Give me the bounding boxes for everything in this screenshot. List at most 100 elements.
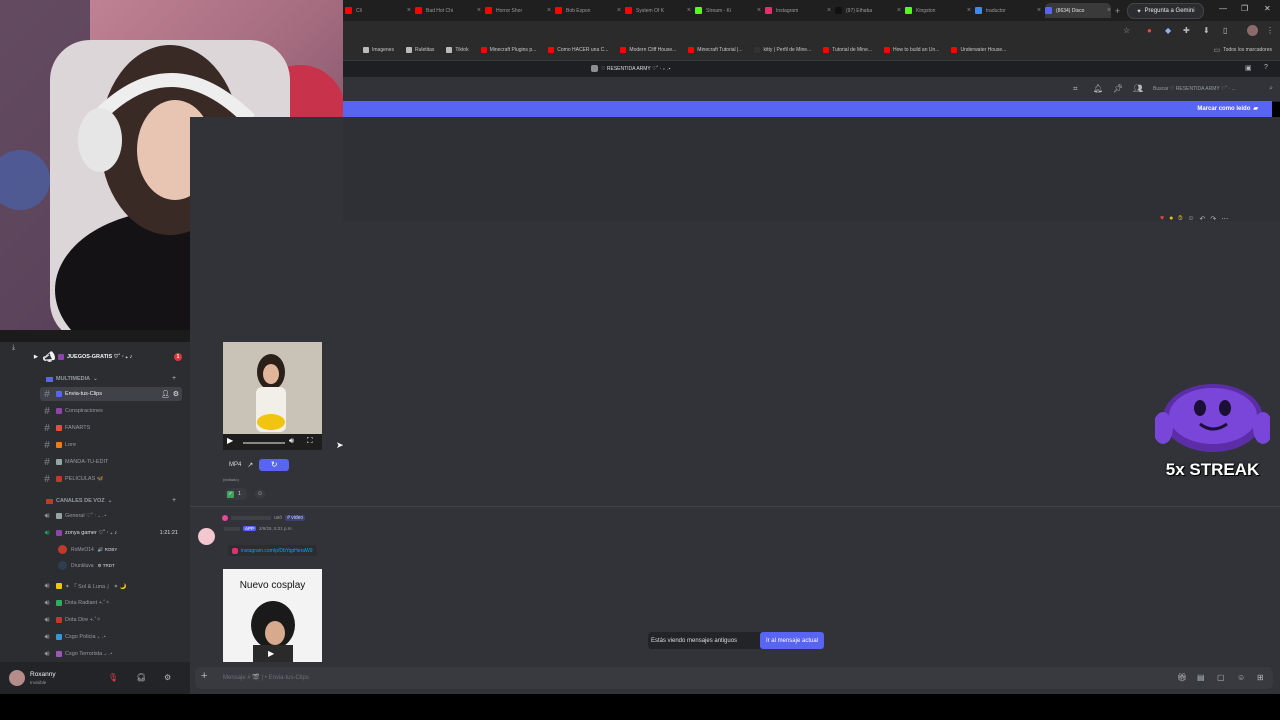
headphones-icon[interactable]: 🎧︎ [136, 673, 146, 682]
browser-tab[interactable]: Stream - Ki × [695, 3, 761, 18]
bookmark-item[interactable]: Underwater House... [951, 47, 1006, 53]
voice-channel-item[interactable]: 🔊︎ Dota Radiant +.˚✧ [40, 596, 182, 610]
category-multimedia[interactable]: MULTIMEDIA ⌄ [46, 376, 98, 382]
plus-icon[interactable]: + [172, 375, 176, 382]
voice-user-item[interactable]: RoMeO14 🔊 ROBY [58, 543, 118, 556]
bot-avatar[interactable] [198, 528, 215, 545]
puzzle-icon[interactable]: ✚ [1183, 26, 1190, 35]
play-icon[interactable]: ▶ [268, 649, 274, 658]
voice-channel-item[interactable]: 🔊︎ Dota Dire +.˚✧ [40, 613, 182, 627]
apps-icon[interactable]: ⊞ [1257, 673, 1264, 682]
close-icon[interactable]: × [683, 7, 691, 14]
browser-tab[interactable]: Kingston × [905, 3, 971, 18]
close-icon[interactable]: × [823, 7, 831, 14]
gift-icon[interactable]: 🎁︎ [1177, 673, 1187, 682]
close-icon[interactable]: × [963, 7, 971, 14]
plus-icon[interactable]: + [172, 497, 176, 504]
video-progress[interactable] [243, 442, 285, 444]
browser-tab[interactable]: Cli × [345, 3, 411, 18]
volume-icon[interactable]: 🔊︎ [289, 436, 294, 446]
add-reaction-button[interactable]: ☺ [255, 489, 265, 499]
bookmark-item[interactable]: How to build an Un... [884, 47, 939, 53]
unread-banner[interactable]: Marcar como leído ▰ [343, 101, 1272, 117]
browser-tab[interactable]: Horror Shor × [485, 3, 551, 18]
browser-tab[interactable]: Bob Espon × [555, 3, 621, 18]
star-icon[interactable]: ☆ [1123, 26, 1130, 35]
bookmark-item[interactable]: kitty | Perfil de Mine... [754, 47, 811, 53]
help-icon[interactable]: ? [1264, 64, 1268, 71]
inbox-icon[interactable]: ▣ [1245, 64, 1252, 72]
username[interactable]: Roxanny [30, 671, 56, 678]
emoji-icon[interactable]: ☺ [1237, 673, 1245, 682]
gemini-button[interactable]: ✦ Pregunta a Gemini [1127, 3, 1204, 19]
emoji-reaction-icon[interactable]: ● [1169, 215, 1173, 223]
microphone-icon[interactable]: 🎙︎ [108, 673, 118, 682]
reaction-pill[interactable]: ✓ 1 [225, 488, 247, 500]
close-icon[interactable]: × [473, 7, 481, 14]
search-input[interactable]: Buscar ♡ RESENTIDA ARMY ♡˚ ‧ ... [1153, 86, 1236, 92]
close-icon[interactable]: × [543, 7, 551, 14]
bell-icon[interactable]: 🔔︎ [1093, 84, 1103, 93]
video-attachment[interactable]: ▶ 🔊︎ ⛶ [223, 342, 322, 450]
close-icon[interactable]: × [403, 7, 411, 14]
gif-icon[interactable]: ▤ [1197, 673, 1205, 682]
download-app-icon[interactable]: ⤓ [12, 344, 15, 352]
instagram-link[interactable]: instagram.com/p/DbYqpHeraW9 [228, 545, 317, 556]
text-channel-item[interactable]: # MANDA-TU-EDIT [40, 455, 182, 469]
voice-user-item[interactable]: Drunkluva ⚙ TRDT [58, 559, 115, 572]
download-icon[interactable]: ⬇ [1203, 26, 1210, 35]
message-input[interactable]: + Mensaje # 🎬 | • Envia-tus-Clips 🎁︎ ▤ ▢… [195, 667, 1273, 689]
browser-tab[interactable]: traductor × [975, 3, 1041, 18]
user-avatar[interactable] [9, 670, 25, 686]
members-icon[interactable]: 👥︎ [1133, 84, 1143, 93]
browser-tab[interactable]: System Of K × [625, 3, 691, 18]
hand-reaction-icon[interactable]: ✋︎ [1178, 215, 1182, 223]
close-window-icon[interactable]: ✕ [1264, 4, 1271, 13]
voice-channel-item[interactable]: 🔊︎ zonya gamer ♡˚ ‧ ₊ ♪ 1:21:21 [40, 526, 182, 540]
gear-icon[interactable]: ⚙ [164, 673, 171, 682]
extension-icon[interactable]: ◆ [1165, 26, 1171, 35]
close-icon[interactable]: × [1033, 7, 1041, 14]
external-link-icon[interactable]: ↗ [247, 461, 253, 469]
maximize-icon[interactable]: ❐ [1241, 4, 1248, 13]
fullscreen-icon[interactable]: ⛶ [307, 436, 313, 446]
jump-to-present-button[interactable]: Ir al mensaje actual [759, 632, 824, 649]
close-icon[interactable]: × [613, 7, 621, 14]
category-voice[interactable]: CANALES DE VOZ ⌄ [46, 498, 112, 504]
play-icon[interactable]: ▶ [227, 436, 233, 445]
browser-tab[interactable]: (8634) Disco × [1045, 3, 1111, 18]
opera-icon[interactable]: ● [1147, 26, 1152, 35]
close-icon[interactable]: × [893, 7, 901, 14]
bookmark-item[interactable]: Modern Cliff House... [620, 47, 676, 53]
sidebar-icon[interactable]: ▯ [1223, 26, 1227, 35]
forward-icon[interactable]: ↷ [1210, 215, 1216, 223]
add-reaction-icon[interactable]: ☺ [1187, 215, 1194, 223]
close-icon[interactable]: × [753, 7, 761, 14]
invite-icon[interactable]: 👤︎ [161, 390, 170, 398]
new-tab-button[interactable]: + [1115, 3, 1120, 18]
slash-command[interactable]: # video [285, 515, 306, 521]
minimize-icon[interactable]: — [1219, 4, 1227, 13]
heart-reaction-icon[interactable]: ♥ [1160, 215, 1164, 223]
threads-icon[interactable]: ⌗ [1073, 84, 1078, 94]
gear-icon[interactable]: ⚙ [173, 390, 179, 398]
channel-juegos-gratis[interactable]: ▶ 📣︎ JUEGOS-GRATIS ♡˚ ‧ ₊ ♪ 1 [34, 350, 182, 364]
text-channel-item[interactable]: # Conspiraciones [40, 404, 182, 418]
more-icon[interactable]: ⋯ [1221, 215, 1228, 223]
text-channel-item[interactable]: # PELICULAS 🦋 [40, 472, 182, 486]
bot-name[interactable] [224, 526, 240, 531]
browser-tab[interactable]: Instagram × [765, 3, 831, 18]
reply-icon[interactable]: ↶ [1200, 215, 1206, 223]
menu-icon[interactable]: ⋮ [1266, 26, 1274, 35]
text-channel-item[interactable]: # FANARTS [40, 421, 182, 435]
bookmark-item[interactable]: Como HACER una C... [548, 47, 608, 53]
sticker-icon[interactable]: ▢ [1217, 673, 1225, 682]
plus-icon[interactable]: + [201, 670, 207, 682]
voice-channel-item[interactable]: 🔊︎ Csgo Policia ₊ .⋆ [40, 630, 182, 644]
all-bookmarks[interactable]: ▭ Todos los marcadores [1213, 46, 1272, 54]
text-channel-item[interactable]: # Envia-tus-Clips 👤︎ ⚙ [40, 387, 182, 401]
bookmark-item[interactable]: Imagenes [363, 47, 394, 53]
bookmark-item[interactable]: Tiktok [446, 47, 469, 53]
close-icon[interactable]: × [1103, 7, 1111, 14]
voice-channel-item[interactable]: 🔊︎ General ♡˚ ‧ ₊ .⋆ [40, 509, 182, 523]
